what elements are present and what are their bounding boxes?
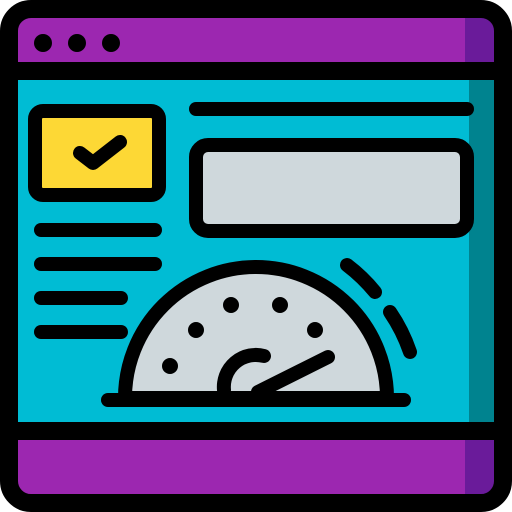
window-controls: [34, 34, 120, 52]
gauge-tick-icon-5: [307, 322, 323, 338]
window-dot-icon-1: [34, 34, 52, 52]
gauge-tick-icon-3: [223, 297, 239, 313]
window-dot-icon-3: [102, 34, 120, 52]
gauge-tick-icon-1: [162, 358, 178, 374]
text-field-box: [189, 138, 474, 238]
browser-speed-dashboard-icon: [0, 0, 512, 512]
gauge-tick-icon-4: [272, 297, 288, 313]
icon-canvas: [0, 0, 512, 512]
gauge-tick-icon-2: [188, 322, 204, 338]
window-status-bar: [9, 431, 503, 503]
window-dot-icon-2: [68, 34, 86, 52]
checkbox: [28, 104, 166, 202]
